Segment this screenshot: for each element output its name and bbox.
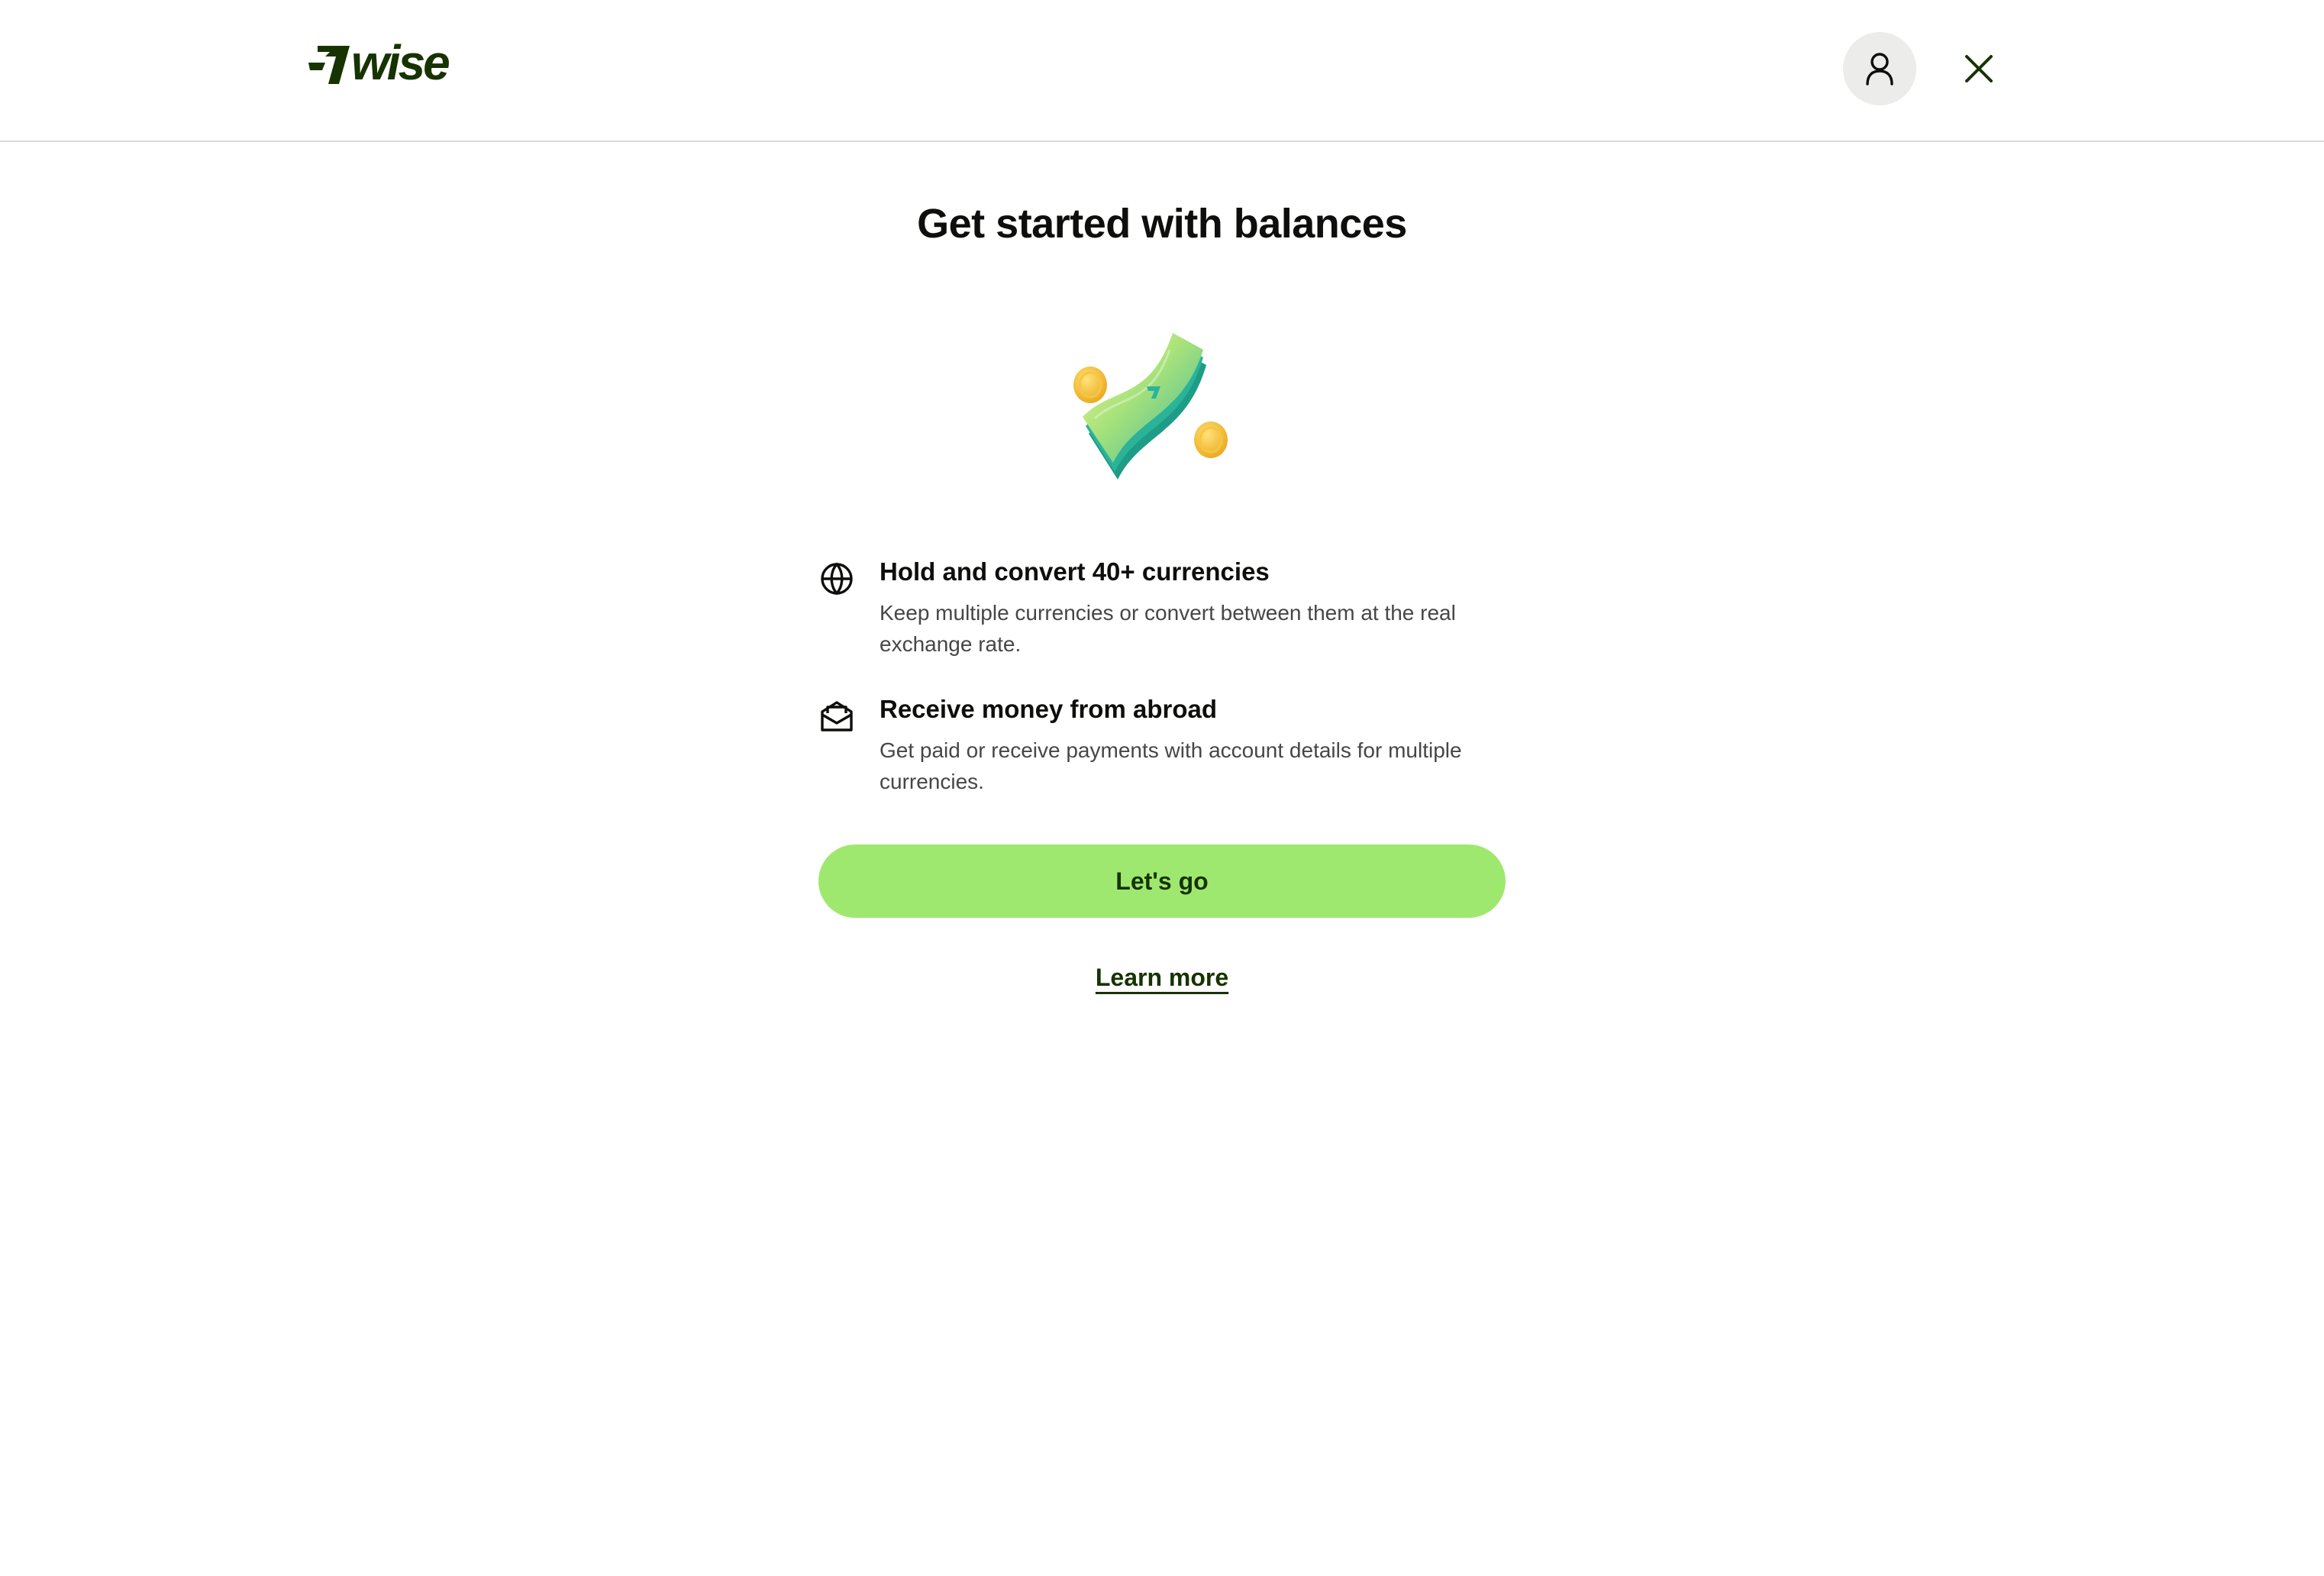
learn-more-link[interactable]: Learn more xyxy=(1096,964,1228,991)
money-stack-illustration xyxy=(1073,333,1228,480)
user-icon xyxy=(1866,53,1893,86)
wise-logo[interactable]: wise xyxy=(308,40,473,87)
lets-go-button[interactable]: Let's go xyxy=(818,845,1506,918)
svg-text:wise: wise xyxy=(351,40,449,87)
learn-more-container: Learn more xyxy=(0,964,2324,992)
close-icon xyxy=(1965,55,1993,82)
globe-icon xyxy=(821,562,853,596)
page-title: Get started with balances xyxy=(917,201,1407,247)
feature-receive-money: Receive money from abroad Get paid or re… xyxy=(818,695,1506,794)
feature-heading: Hold and convert 40+ currencies xyxy=(880,557,1270,586)
feature-description: Keep multiple currencies or convert betw… xyxy=(880,601,1456,656)
page: wise Get started with balances Hold and … xyxy=(0,0,2324,1576)
envelope-icon xyxy=(821,701,853,731)
feature-hold-convert: Hold and convert 40+ currencies Keep mul… xyxy=(818,557,1506,657)
close-button[interactable] xyxy=(1954,44,2003,93)
feature-description: Get paid or receive payments with accoun… xyxy=(880,738,1462,793)
feature-heading: Receive money from abroad xyxy=(880,695,1217,723)
top-bar: wise xyxy=(0,0,2324,142)
profile-button[interactable] xyxy=(1843,32,1916,105)
